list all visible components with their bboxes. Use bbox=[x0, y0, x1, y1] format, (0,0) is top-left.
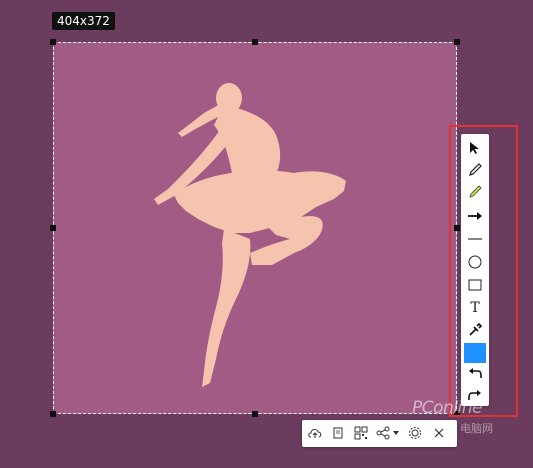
highlighter-icon[interactable] bbox=[465, 182, 485, 202]
arrow-icon[interactable] bbox=[465, 206, 485, 226]
select-arrow-icon[interactable] bbox=[465, 138, 485, 158]
redo-icon[interactable] bbox=[465, 386, 485, 406]
resize-handle-ne[interactable] bbox=[454, 39, 460, 45]
bottom-toolbar bbox=[302, 420, 457, 447]
resize-handle-s[interactable] bbox=[252, 411, 258, 417]
resize-handle-w[interactable] bbox=[50, 225, 56, 231]
close-icon[interactable] bbox=[431, 425, 447, 441]
line-icon[interactable] bbox=[465, 229, 485, 249]
watermark-subtitle: 电脑网 bbox=[460, 422, 493, 435]
cloud-upload-icon[interactable] bbox=[307, 425, 323, 441]
rectangle-icon[interactable] bbox=[465, 275, 485, 295]
text-icon[interactable]: T bbox=[465, 298, 485, 318]
color-swatch[interactable] bbox=[464, 343, 486, 363]
dimensions-badge: 404x372 bbox=[52, 12, 115, 30]
pencil-icon[interactable] bbox=[465, 160, 485, 180]
copy-icon[interactable] bbox=[330, 425, 346, 441]
resize-handle-nw[interactable] bbox=[50, 39, 56, 45]
eyedropper-icon[interactable] bbox=[465, 320, 485, 340]
qr-code-icon[interactable] bbox=[353, 425, 369, 441]
text-tool-label: T bbox=[470, 300, 480, 316]
chevron-down-icon[interactable] bbox=[391, 425, 401, 441]
capture-selection[interactable] bbox=[53, 42, 457, 414]
resize-handle-sw[interactable] bbox=[50, 411, 56, 417]
annotation-tool-panel: T bbox=[461, 134, 489, 406]
circle-icon[interactable] bbox=[465, 252, 485, 272]
settings-icon[interactable] bbox=[407, 425, 423, 441]
undo-icon[interactable] bbox=[465, 364, 485, 384]
share-icon[interactable] bbox=[375, 425, 391, 441]
resize-handle-n[interactable] bbox=[252, 39, 258, 45]
ballerina-image bbox=[154, 83, 346, 387]
